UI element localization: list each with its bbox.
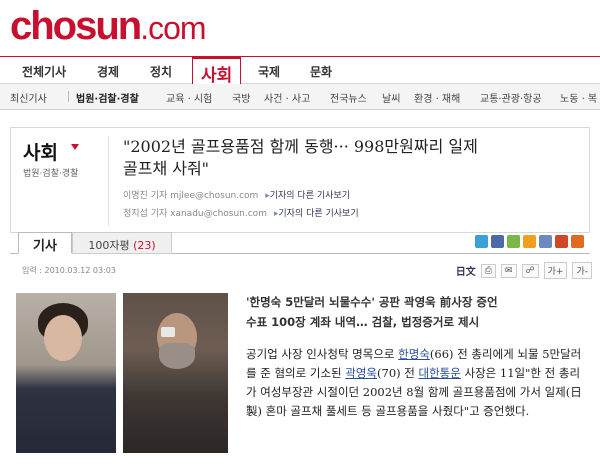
article-headline: "2002년 골프용품점 함께 동행··· 998만원짜리 일제 골프채 사줘" (123, 136, 585, 180)
sub-nav: 최신기사 법원·검찰·경찰 교육 · 시험 국방 사건 · 사고 전국뉴스 날씨… (0, 84, 600, 110)
logo-wordmark: chosun (10, 4, 142, 48)
tab-comments-label: 100자평 (88, 239, 130, 252)
subnav-defense[interactable]: 국방 (232, 90, 250, 105)
other-articles-link[interactable]: 기자의 다른 기사보기 (270, 191, 350, 201)
scrap-icon[interactable] (571, 235, 584, 248)
share-button[interactable]: ☍ (521, 263, 539, 278)
nav-item-culture[interactable]: 문화 (310, 63, 332, 80)
me2day-icon[interactable] (523, 235, 536, 248)
reporter-name: 이명진 기자 (123, 191, 168, 201)
byline: 정지섭 기자 xanadu@chosun.com ▸기자의 다른 기사보기 (123, 206, 359, 219)
subnav-transport[interactable]: 교통·관광·항공 (480, 90, 542, 105)
reporter-email[interactable]: mjlee@chosun.com (170, 191, 258, 201)
header-divider (108, 136, 109, 226)
subheadline-line: 수표 100장 계좌 내역… 검찰, 법정증거로 제시 (246, 315, 480, 329)
japanese-translation-button[interactable]: 日文 (456, 263, 476, 278)
tab-comments[interactable]: 100자평 (23) (72, 232, 172, 254)
article-tools: 日文 ⎙ ✉ ☍ 가+ 가- (456, 262, 592, 279)
headline-line: 골프채 사줘" (123, 159, 210, 178)
comments-count: (23) (133, 239, 156, 252)
caret-down-icon[interactable] (71, 144, 79, 150)
photo-eye-patch (161, 327, 175, 337)
body-text: (70) 전 (377, 366, 419, 380)
subnav-latest[interactable]: 최신기사 (10, 90, 47, 105)
section-subtitle: 법원·검찰·경찰 (23, 169, 79, 179)
share-icons (475, 235, 584, 248)
logo-domain: .com (140, 10, 206, 46)
photo-beard (159, 343, 195, 369)
chosun-logo[interactable]: chosun .com (10, 4, 207, 48)
nav-item-society[interactable]: 사회 (192, 57, 242, 86)
nav-item-politics[interactable]: 정치 (150, 63, 172, 80)
article-date: 입력 : 2010.03.12 03:03 (22, 266, 116, 275)
email-icon[interactable] (539, 235, 552, 248)
nav-item-economy[interactable]: 경제 (97, 63, 119, 80)
article-header: 사회 법원·검찰·경찰 "2002년 골프용품점 함께 동행··· 998만원짜… (10, 127, 590, 233)
article-subheadline: '한명숙 5만달러 뇌물수수' 공판 곽영욱 前사장 증언 수표 100장 계좌… (246, 292, 586, 332)
tab-article[interactable]: 기사 (18, 232, 72, 254)
print-button[interactable]: ⎙ (480, 263, 496, 278)
subnav-environment[interactable]: 환경 · 재해 (414, 90, 460, 105)
byline: 이명진 기자 mjlee@chosun.com ▸기자의 다른 기사보기 (123, 188, 350, 201)
article-body: 공기업 사장 인사청탁 명목으로 한명숙(66) 전 총리에게 뇌물 5만달러를… (246, 345, 586, 421)
subnav-labor[interactable]: 노동 · 복 (560, 90, 597, 105)
subnav-courts[interactable]: 법원·검찰·경찰 (76, 90, 139, 105)
photo-kwak-young-wook[interactable] (123, 293, 228, 453)
article-tabs: 기사 100자평 (23) (10, 232, 590, 254)
font-smaller-button[interactable]: 가- (572, 262, 592, 279)
subnav-education[interactable]: 교육 · 시험 (166, 90, 212, 105)
nav-item-international[interactable]: 국제 (258, 63, 280, 80)
print-icon[interactable] (555, 235, 568, 248)
other-articles-link[interactable]: 기자의 다른 기사보기 (278, 209, 358, 219)
company-link-korea-express[interactable]: 대한통운 (419, 366, 461, 380)
email-button[interactable]: ✉ (500, 263, 517, 278)
reporter-email[interactable]: xanadu@chosun.com (170, 209, 267, 219)
person-link-kwak[interactable]: 곽영욱 (345, 366, 377, 380)
body-text: 공기업 사장 인사청탁 명목으로 (246, 347, 399, 361)
subnav-divider (68, 91, 69, 102)
facebook-icon[interactable] (491, 235, 504, 248)
yozm-icon[interactable] (507, 235, 520, 248)
photo-han-myeong-sook[interactable] (16, 293, 116, 453)
subnav-incidents[interactable]: 사건 · 사고 (264, 90, 310, 105)
subnav-weather[interactable]: 날씨 (382, 90, 400, 105)
twitter-icon[interactable] (475, 235, 488, 248)
nav-item-all-articles[interactable]: 전체기사 (22, 63, 66, 80)
font-larger-button[interactable]: 가+ (543, 262, 568, 279)
reporter-name: 정지섭 기자 (123, 209, 168, 219)
person-link-han[interactable]: 한명숙 (398, 347, 430, 361)
subheadline-line: '한명숙 5만달러 뇌물수수' 공판 곽영욱 前사장 증언 (246, 295, 498, 309)
section-title[interactable]: 사회 (23, 138, 58, 165)
photo-face (44, 315, 82, 361)
headline-line: "2002년 골프용품점 함께 동행··· 998만원짜리 일제 (123, 137, 478, 156)
main-nav: 전체기사 경제 정치 사회 국제 문화 (0, 56, 600, 86)
subnav-national[interactable]: 전국뉴스 (330, 90, 367, 105)
